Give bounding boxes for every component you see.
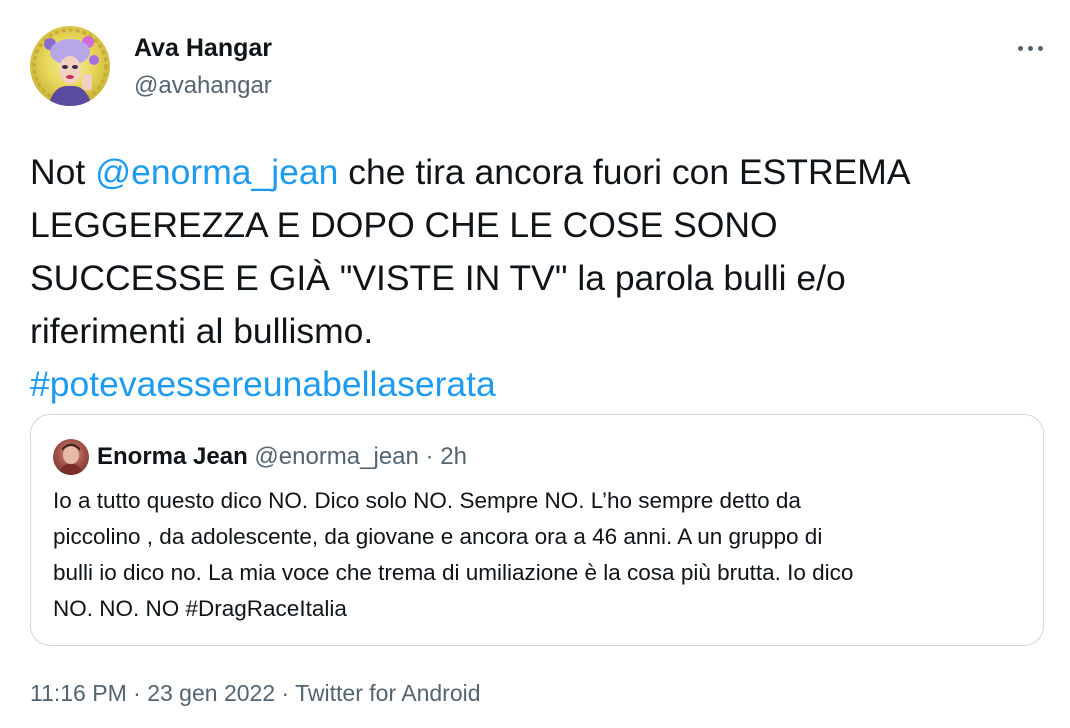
tweet-text-segment: Not — [30, 152, 96, 192]
quoted-tweet-header: Enorma Jean @enorma_jean · 2h — [97, 443, 467, 471]
tweet-source[interactable]: Twitter for Android — [295, 680, 480, 706]
author-name[interactable]: Ava Hangar — [134, 34, 272, 63]
author-avatar[interactable] — [30, 26, 110, 106]
mention-link[interactable]: @enorma_jean — [95, 152, 338, 192]
tweet-text: Not @enorma_jean che tira ancora fuori c… — [30, 146, 1055, 411]
tweet-text-line: SUCCESSE E GIÀ "VISTE IN TV" la parola b… — [30, 258, 846, 298]
quoted-text-line: Io a tutto questo dico NO. Dico solo NO.… — [53, 488, 801, 513]
author-handle[interactable]: @avahangar — [134, 72, 272, 100]
tweet-text-line: Not @enorma_jean che tira ancora fuori c… — [30, 146, 1055, 199]
tweet-text-line: riferimenti al bullismo. — [30, 311, 374, 351]
tweet-date[interactable]: 23 gen 2022 — [147, 680, 275, 706]
separator: · — [133, 680, 141, 706]
tweet-text-line: LEGGEREZZA E DOPO CHE LE COSE SONO — [30, 205, 778, 245]
more-horizontal-icon — [1015, 45, 1045, 51]
hashtag-link[interactable]: #potevaessereunabellaserata — [30, 364, 496, 404]
quoted-tweet-time[interactable]: 2h — [440, 443, 467, 470]
more-options-button[interactable] — [1012, 36, 1048, 60]
tweet-time[interactable]: 11:16 PM — [30, 680, 127, 706]
profile-avatar-drag-queen-icon — [32, 28, 108, 106]
quoted-author-handle[interactable]: @enorma_jean — [254, 443, 418, 470]
tweet: Ava Hangar @avahangar Not @enorma_jean c… — [0, 0, 1070, 728]
quoted-author-name[interactable]: Enorma Jean — [97, 443, 248, 470]
profile-avatar-icon — [59, 443, 83, 475]
quoted-tweet-text: Io a tutto questo dico NO. Dico solo NO.… — [53, 483, 1028, 627]
quoted-tweet[interactable]: Enorma Jean @enorma_jean · 2h Io a tutto… — [30, 414, 1044, 646]
separator: · — [281, 680, 290, 706]
tweet-text-segment: che tira ancora fuori con ESTREMA — [338, 152, 911, 192]
quoted-author-avatar[interactable] — [53, 439, 89, 475]
tweet-text-line: #potevaessereunabellaserata — [30, 358, 1055, 411]
quoted-text-line: bulli io dico no. La mia voce che trema … — [53, 560, 854, 585]
tweet-metadata: 11:16 PM · 23 gen 2022 · Twitter for And… — [30, 680, 481, 707]
separator: · — [425, 443, 434, 470]
quoted-text-line: NO. NO. NO #DragRaceItalia — [53, 596, 347, 621]
quoted-text-line: piccolino , da adolescente, da giovane e… — [53, 524, 823, 549]
